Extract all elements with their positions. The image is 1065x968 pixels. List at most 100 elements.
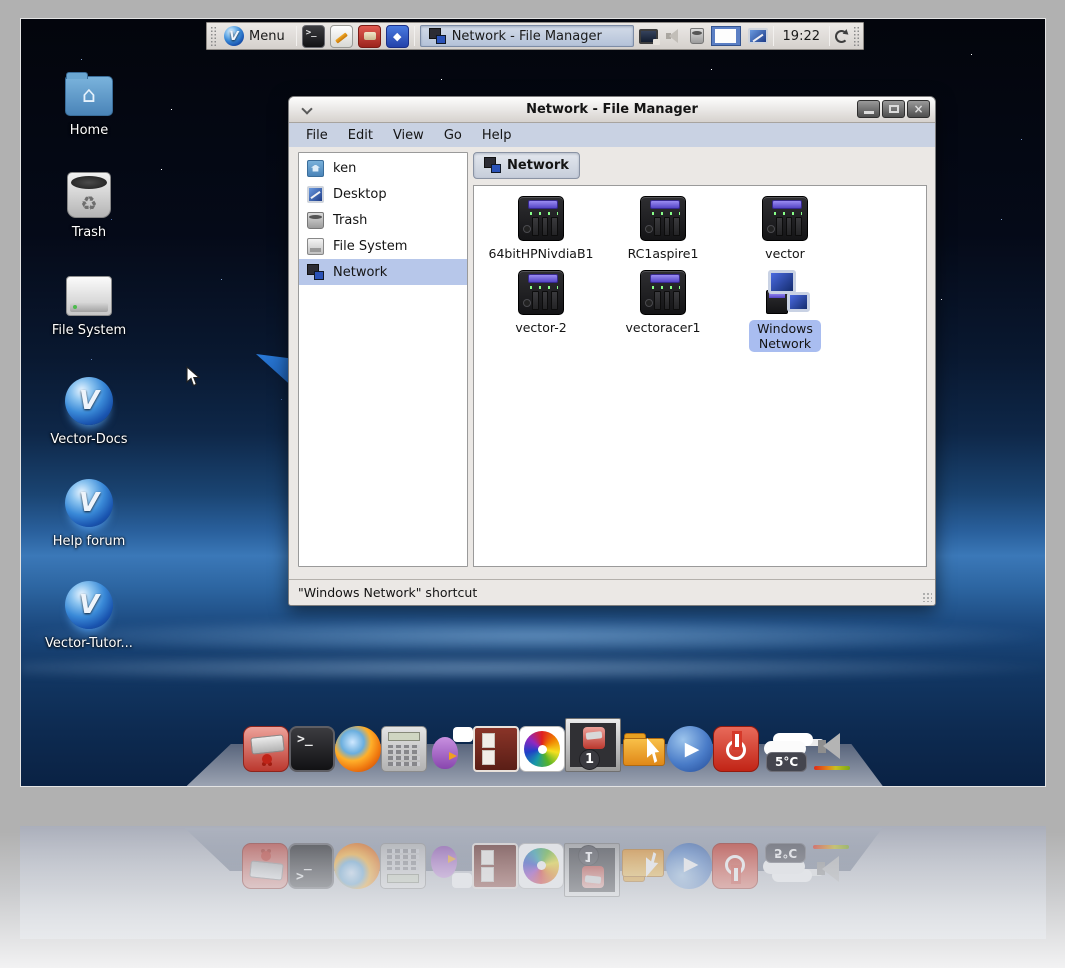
path-button-label: Network: [507, 158, 569, 173]
file-label: vectoracer1: [622, 319, 705, 336]
desktop-icon-label: Trash: [72, 225, 106, 240]
vectorlinux-globe-icon: V: [65, 479, 113, 527]
desktop-icon-file-system[interactable]: File System: [41, 276, 137, 338]
windows-network-icon: [760, 270, 810, 316]
minimize-button[interactable]: [857, 100, 880, 118]
refresh-icon[interactable]: [835, 30, 848, 43]
maximize-button[interactable]: [882, 100, 905, 118]
firefox-icon[interactable]: [335, 726, 381, 772]
desktop-icon-label: Vector-Docs: [50, 432, 127, 447]
terminal-icon[interactable]: >_: [289, 726, 335, 772]
package-tool-launcher-icon[interactable]: [358, 25, 381, 48]
display-tray-icon[interactable]: [639, 29, 658, 44]
volume-icon[interactable]: [811, 726, 857, 772]
terminal-launcher-icon[interactable]: >_: [302, 25, 325, 48]
desktop-icon-trash[interactable]: ♻ Trash: [41, 172, 137, 240]
path-button-network[interactable]: Network: [473, 152, 580, 179]
menu-button[interactable]: V Menu: [222, 24, 291, 48]
trash-can-icon: ♻: [67, 172, 111, 218]
file-item[interactable]: vector: [724, 196, 846, 262]
media-player-icon[interactable]: ▶: [667, 726, 713, 772]
system-tray: [639, 26, 768, 46]
desktop-icon-help-forum[interactable]: V Help forum: [41, 479, 137, 549]
nas-server-icon: [518, 270, 564, 315]
network-icon: [429, 28, 446, 45]
sidebar-item-trash[interactable]: Trash: [299, 207, 467, 233]
file-item[interactable]: vector-2: [480, 270, 602, 352]
desktop-icon-vector-docs[interactable]: V Vector-Docs: [41, 377, 137, 447]
sidebar-item-network[interactable]: Network: [299, 259, 467, 285]
home-folder-icon: ⌂: [65, 76, 113, 116]
path-bar: Network: [473, 152, 580, 180]
menu-button-label: Menu: [249, 29, 285, 44]
menu-go[interactable]: Go: [435, 125, 471, 146]
resize-grip[interactable]: [922, 592, 932, 602]
file-label: RC1aspire1: [624, 245, 703, 262]
window-list-icon[interactable]: 1: [565, 718, 621, 772]
color-wheel-icon[interactable]: [519, 726, 565, 772]
panel-drag-handle[interactable]: [853, 26, 860, 46]
weather-icon[interactable]: 5°C: [759, 726, 811, 772]
statusbar-text: "Windows Network" shortcut: [298, 585, 477, 600]
sidebar-item-desktop[interactable]: Desktop: [299, 181, 467, 207]
sidebar-item-file-system[interactable]: File System: [299, 233, 467, 259]
taskbar-window-label: Network - File Manager: [452, 29, 602, 44]
nas-server-icon: [762, 196, 808, 241]
top-panel: V Menu >_ ◆ Network - File Manager 19:22: [206, 22, 864, 50]
window-count-badge: 1: [579, 749, 600, 770]
minimize-icon: [864, 111, 874, 114]
network-icon: [307, 264, 324, 281]
file-item[interactable]: RC1aspire1: [602, 196, 724, 262]
page: V Menu >_ ◆ Network - File Manager 19:22: [0, 0, 1065, 968]
pidgin-icon[interactable]: [427, 726, 473, 772]
sidebar-item-label: ken: [333, 161, 356, 176]
menu-file[interactable]: File: [297, 125, 337, 146]
workspace-pager[interactable]: [711, 26, 741, 46]
file-label: vector: [761, 245, 809, 262]
taskbar-window-button[interactable]: Network - File Manager: [420, 25, 634, 47]
panel-separator: [773, 26, 774, 46]
text-editor-launcher-icon[interactable]: [330, 25, 353, 48]
menu-help[interactable]: Help: [473, 125, 521, 146]
desktop: V Menu >_ ◆ Network - File Manager 19:22: [20, 18, 1046, 787]
nas-server-icon: [640, 196, 686, 241]
close-button[interactable]: ×: [907, 100, 930, 118]
menu-edit[interactable]: Edit: [339, 125, 382, 146]
settings-compass-launcher-icon[interactable]: ◆: [386, 25, 409, 48]
desktop-icon-label: Home: [70, 123, 108, 138]
panel-drag-handle[interactable]: [210, 26, 217, 46]
temperature-badge: 5°C: [766, 752, 807, 772]
file-label: vector-2: [511, 319, 570, 336]
volume-tray-icon[interactable]: [665, 28, 683, 44]
desktop-icon-vector-tutor[interactable]: V Vector-Tutor...: [41, 581, 137, 651]
network-icon: [484, 157, 501, 174]
desktop-icon-home[interactable]: ⌂ Home: [41, 76, 137, 138]
document-viewer-icon[interactable]: [473, 726, 519, 772]
desktop-settings-tray-icon[interactable]: [748, 28, 768, 44]
file-manager-window: Network - File Manager × File Edit View …: [288, 96, 936, 606]
maximize-icon: [889, 105, 899, 113]
file-manager-folder-icon[interactable]: [621, 726, 667, 772]
desktop-icon-label: Vector-Tutor...: [45, 636, 133, 651]
window-statusbar: "Windows Network" shortcut: [289, 579, 935, 605]
nas-server-icon: [640, 270, 686, 315]
window-menubar: File Edit View Go Help: [289, 123, 935, 147]
file-item-selected[interactable]: Windows Network: [724, 270, 846, 352]
hard-drive-icon: [66, 276, 112, 316]
hard-drive-icon: [307, 238, 324, 255]
file-icon-view[interactable]: 64bitHPNivdiaB1 RC1aspire1 vector vector…: [473, 185, 927, 567]
wallpaper-haze: [21, 655, 1045, 681]
calculator-icon[interactable]: [381, 726, 427, 772]
menu-view[interactable]: View: [384, 125, 433, 146]
dock: >_ 1 ▶ 5°C: [171, 717, 901, 787]
trash-tray-icon[interactable]: [690, 28, 704, 44]
sidebar-item-ken[interactable]: ken: [299, 155, 467, 181]
file-item[interactable]: 64bitHPNivdiaB1: [480, 196, 602, 262]
panel-clock[interactable]: 19:22: [779, 29, 824, 44]
shutdown-icon[interactable]: [713, 726, 759, 772]
panel-separator: [296, 26, 297, 46]
window-titlebar[interactable]: Network - File Manager ×: [289, 97, 935, 123]
file-item[interactable]: vectoracer1: [602, 270, 724, 352]
package-license-icon[interactable]: [243, 726, 289, 772]
panel-separator: [414, 26, 415, 46]
